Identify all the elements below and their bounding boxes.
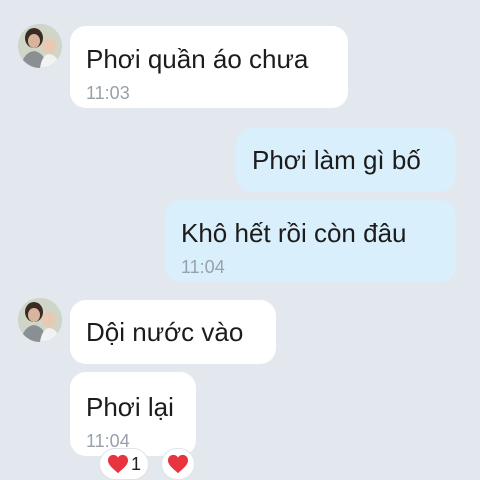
reaction-count: 1 bbox=[130, 454, 141, 474]
message-text: Phơi làm gì bố bbox=[252, 145, 421, 175]
sender-avatar[interactable] bbox=[18, 24, 62, 68]
message-bubble-incoming[interactable]: Phơi quần áo chưa 11:03 bbox=[70, 26, 348, 108]
heart-icon bbox=[107, 454, 128, 474]
message-bubble-incoming[interactable]: Phơi lại 11:04 bbox=[70, 372, 196, 456]
reaction-summary[interactable]: 1 bbox=[100, 449, 148, 479]
avatar-photo bbox=[18, 24, 62, 68]
message-text: Phơi quần áo chưa bbox=[86, 44, 309, 74]
heart-icon bbox=[168, 454, 188, 474]
message-text: Phơi lại bbox=[86, 392, 174, 422]
message-bubble-outgoing[interactable]: Phơi làm gì bố bbox=[236, 128, 456, 192]
avatar-photo bbox=[18, 298, 62, 342]
react-button[interactable] bbox=[162, 449, 194, 479]
message-timestamp: 11:03 bbox=[86, 83, 130, 103]
message-text: Khô hết rồi còn đâu bbox=[181, 218, 407, 248]
message-text: Dội nước vào bbox=[86, 317, 244, 347]
message-timestamp: 11:04 bbox=[86, 431, 130, 451]
message-timestamp: 11:04 bbox=[181, 257, 225, 277]
message-bubble-incoming[interactable]: Dội nước vào bbox=[70, 300, 276, 364]
sender-avatar[interactable] bbox=[18, 298, 62, 342]
message-bubble-outgoing[interactable]: Khô hết rồi còn đâu 11:04 bbox=[165, 200, 456, 282]
